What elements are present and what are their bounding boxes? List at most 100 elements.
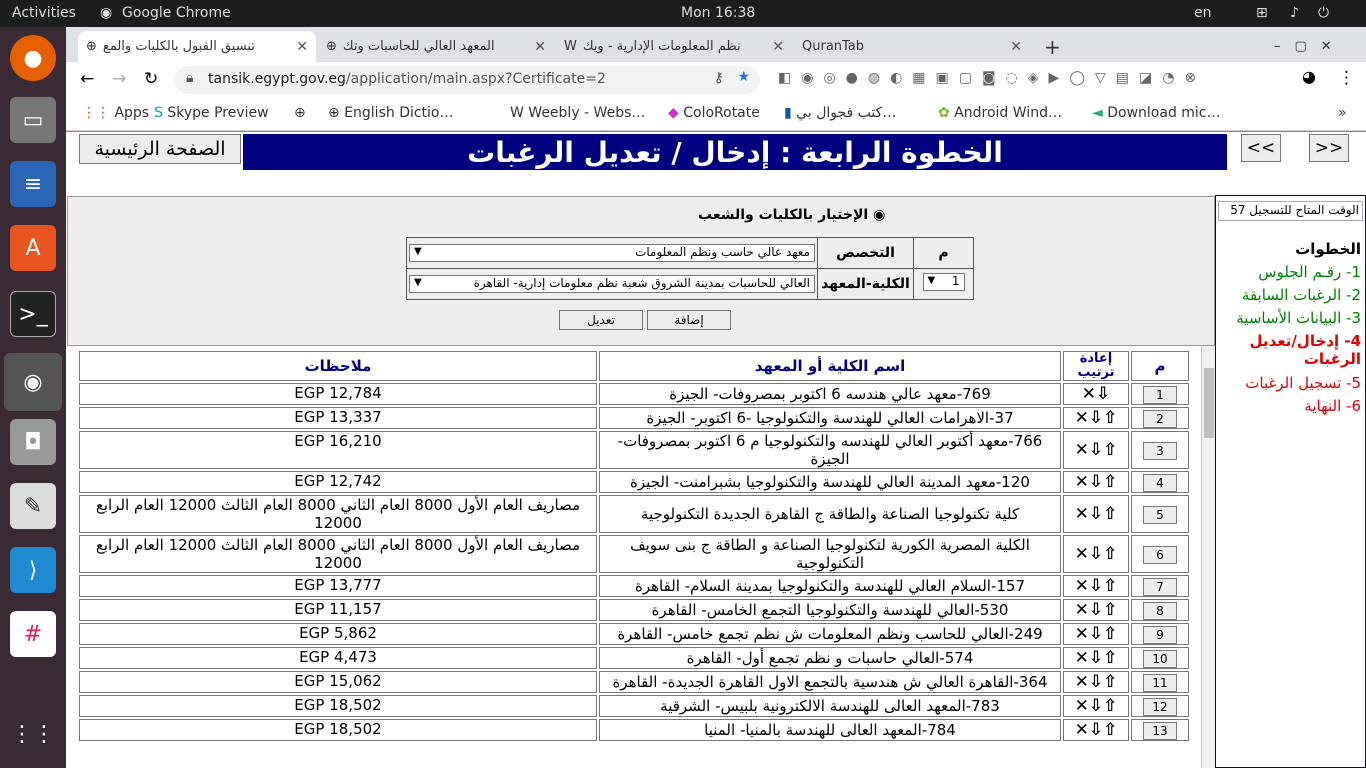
edit-button[interactable]: تعديل xyxy=(559,310,643,330)
row-number-button[interactable]: 9 xyxy=(1143,625,1177,644)
writer-icon[interactable]: ≡ xyxy=(10,161,56,207)
lock-icon: 🔒︎ xyxy=(186,70,194,86)
software-center-icon[interactable]: A xyxy=(10,225,56,271)
close-icon[interactable]: ✕ xyxy=(534,39,546,55)
reorder-controls[interactable]: ⇧⇩✕ xyxy=(1063,495,1129,533)
row-number-button[interactable]: 13 xyxy=(1143,721,1177,740)
forward-icon[interactable]: → xyxy=(112,69,126,89)
reorder-controls[interactable]: ⇧⇩✕ xyxy=(1063,695,1129,717)
profile-avatar[interactable]: ◕ xyxy=(1302,67,1316,86)
row-number-button[interactable]: 11 xyxy=(1143,673,1177,692)
row-number-button[interactable]: 5 xyxy=(1143,505,1177,524)
row-number-button[interactable]: 4 xyxy=(1143,473,1177,492)
camera-icon[interactable]: ◘ xyxy=(10,419,56,465)
text-editor-icon[interactable]: ✎ xyxy=(10,483,56,529)
app-menu[interactable]: Google Chrome xyxy=(122,5,231,21)
show-apps-icon[interactable]: ⋮⋮ xyxy=(10,711,56,757)
tab-institute[interactable]: ⊕ المعهد العالي للحاسبات وتك ✕ xyxy=(318,31,554,62)
close-icon[interactable]: ✕ xyxy=(1010,39,1022,55)
notes-cell: EGP 16,210 xyxy=(79,431,597,469)
bookmark-english-dictionary[interactable]: ⊕ English Dictio… xyxy=(328,105,454,121)
os-top-bar: Activities ◉ Google Chrome Mon 16:38 en … xyxy=(0,0,1366,27)
reorder-controls[interactable]: ⇧⇩✕ xyxy=(1063,535,1129,573)
reorder-controls[interactable]: ⇧⇩✕ xyxy=(1063,599,1129,621)
extensions-icons[interactable]: ◧◉◎●◍◐▦▣▢◙◌◈▶◯▽▤◪◔⊗ xyxy=(778,70,1206,86)
row-number-button[interactable]: 12 xyxy=(1143,697,1177,716)
back-icon[interactable]: ← xyxy=(80,69,94,89)
reload-icon[interactable]: ↻ xyxy=(144,69,158,89)
grid-scrollbar[interactable] xyxy=(1201,346,1215,768)
reorder-controls[interactable]: ⇧⇩✕ xyxy=(1063,431,1129,469)
more-bookmarks[interactable]: » xyxy=(1338,105,1347,121)
activities-button[interactable]: Activities xyxy=(12,5,76,21)
firefox-icon[interactable]: ● xyxy=(10,35,56,81)
reorder-controls[interactable]: ⇩✕ xyxy=(1063,383,1129,405)
row-number-button[interactable]: 3 xyxy=(1143,441,1177,460)
page-content: الصفحة الرئيسية الخطوة الرابعة : إدخال /… xyxy=(66,131,1366,768)
row-number: 10 xyxy=(1131,647,1189,669)
close-icon[interactable]: ✕ xyxy=(772,39,784,55)
vscode-icon[interactable]: ⟩ xyxy=(10,547,56,593)
new-tab-button[interactable]: + xyxy=(1036,31,1066,62)
row-number-button[interactable]: 6 xyxy=(1143,545,1177,564)
slack-icon[interactable]: # xyxy=(10,611,56,657)
reorder-controls[interactable]: ⇧⇩✕ xyxy=(1063,471,1129,493)
selection-mode[interactable]: ◉ الإختيار بالكليات والشعب xyxy=(698,207,885,223)
volume-icon[interactable]: ♪ xyxy=(1290,5,1299,21)
reorder-controls[interactable]: ⇧⇩✕ xyxy=(1063,623,1129,645)
bookmark-star-icon[interactable]: ★ xyxy=(737,69,750,85)
bookmark-vb-books[interactable]: ▮ كتب فجوال بي… xyxy=(784,105,896,121)
institute-name: 769-معهد عالي هندسه 6 اكتوبر بمصروفات- ا… xyxy=(599,383,1061,405)
row-number: 7 xyxy=(1131,575,1189,597)
row-number-button[interactable]: 2 xyxy=(1143,409,1177,428)
table-row: 13 ⇧⇩✕ 784-المعهد العالى للهندسة بالمنيا- … xyxy=(79,719,1189,741)
window-controls[interactable]: –▢✕ xyxy=(1266,31,1366,62)
home-button[interactable]: الصفحة الرئيسية xyxy=(79,134,241,164)
close-icon[interactable]: ✕ xyxy=(296,39,308,55)
reorder-controls[interactable]: ⇧⇩✕ xyxy=(1063,719,1129,741)
step-5[interactable]: 5- تسجيل الرغبات xyxy=(1245,374,1361,392)
terminal-icon[interactable]: >_ xyxy=(10,291,56,337)
radio-button[interactable]: ◉ xyxy=(873,207,885,223)
row-number-button[interactable]: 1 xyxy=(1143,385,1177,404)
scrollbar-thumb[interactable] xyxy=(1204,368,1214,438)
step-6[interactable]: 6- النهاية xyxy=(1304,397,1361,415)
power-icon[interactable]: ⏻ xyxy=(1318,5,1329,21)
tab-wikipedia[interactable]: W نظم المعلومات الإدارية - ويك ✕ xyxy=(556,31,792,62)
bookmark-weebly[interactable]: W Weebly - Webs… xyxy=(510,105,645,121)
bookmark-apps[interactable]: ⋮⋮ Apps xyxy=(82,105,149,121)
row-number-button[interactable]: 7 xyxy=(1143,577,1177,596)
specialization-select[interactable]: معهد عالي حاسب ونظم المعلومات ▼ xyxy=(409,244,815,262)
reorder-controls[interactable]: ⇧⇩✕ xyxy=(1063,407,1129,429)
institute-select[interactable]: العالي للحاسبات بمدينة الشروق شعبة نظم م… xyxy=(409,275,815,293)
network-icon[interactable]: ⊞ xyxy=(1256,5,1268,21)
reorder-controls[interactable]: ⇧⇩✕ xyxy=(1063,671,1129,693)
prev-button[interactable]: << xyxy=(1241,134,1281,162)
tab-tansik[interactable]: ⊕ تنسيق القبول بالكليات والمع ✕ xyxy=(78,31,316,62)
step-2[interactable]: 2- الرغبات السابقة xyxy=(1242,286,1361,304)
menu-icon[interactable]: ⋮ xyxy=(1338,68,1355,88)
next-button[interactable]: >> xyxy=(1309,134,1349,162)
bookmark-colorotate[interactable]: ◆ ColoRotate xyxy=(668,105,760,121)
tab-qurantab[interactable]: QuranTab ✕ xyxy=(794,31,1030,62)
language-indicator[interactable]: en xyxy=(1194,5,1212,21)
add-button[interactable]: إضافة xyxy=(647,310,731,330)
step-3[interactable]: 3- البيانات الأساسية xyxy=(1236,309,1361,327)
files-icon[interactable]: ▭ xyxy=(10,97,56,143)
clock[interactable]: Mon 16:38 xyxy=(681,5,755,21)
institute-name: 574-العالي حاسبات و نظم تجمع أول- القاهر… xyxy=(599,647,1061,669)
reorder-controls[interactable]: ⇧⇩✕ xyxy=(1063,647,1129,669)
address-bar[interactable]: 🔒︎ tansik.egypt.gov.eg/application/main.… xyxy=(174,66,760,94)
order-select[interactable]: 1 ▼ xyxy=(922,273,965,291)
step-4[interactable]: 4- إدخال/تعديل الرغبات xyxy=(1221,332,1361,368)
step-1[interactable]: 1- رقـم الجلوس xyxy=(1258,263,1361,281)
bookmark-android[interactable]: ✿ Android Wind… xyxy=(938,105,1062,121)
row-number-button[interactable]: 8 xyxy=(1143,601,1177,620)
bookmark-globe[interactable]: ⊕ xyxy=(294,105,306,121)
row-number-button[interactable]: 10 xyxy=(1143,649,1177,668)
chrome-icon[interactable]: ◉ xyxy=(4,353,62,411)
reorder-controls[interactable]: ⇧⇩✕ xyxy=(1063,575,1129,597)
bookmark-skype[interactable]: S Skype Preview xyxy=(154,105,269,121)
key-icon[interactable]: ⚷ xyxy=(714,70,724,86)
bookmark-download[interactable]: ◄ Download mic… xyxy=(1092,105,1221,121)
